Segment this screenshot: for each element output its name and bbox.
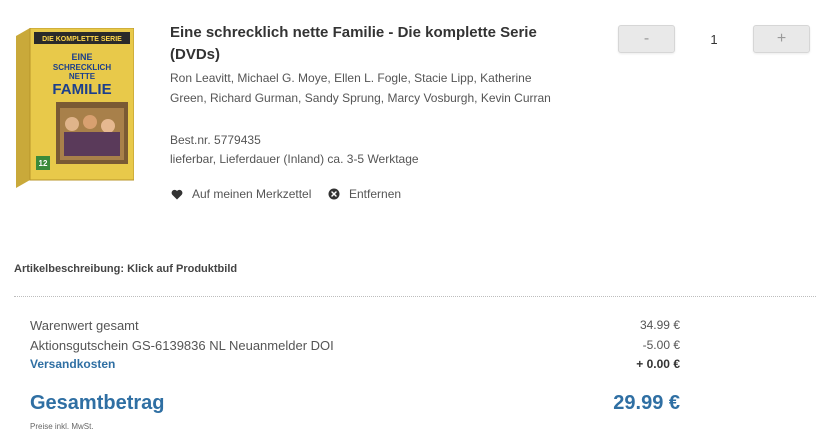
box-title-line1: EINE [71,52,92,62]
product-cast: Ron Leavitt, Michael G. Moye, Ellen L. F… [170,71,551,105]
wishlist-label: Auf meinen Merkzettel [192,187,312,201]
quantity-stepper: - + [618,24,810,54]
goods-total-label: Warenwert gesamt [30,318,139,333]
shipping-costs-link[interactable]: Versandkosten [30,357,115,371]
age-rating-badge: 12 [39,159,48,168]
quantity-input[interactable] [677,30,751,48]
remove-item-link[interactable]: Entfernen [327,187,401,201]
box-title-line2: SCHRECKLICH [53,63,111,72]
close-circle-icon [327,187,341,201]
voucher-value: -5.00 € [642,338,680,352]
description-hint: Artikelbeschreibung: Klick auf Produktbi… [14,263,238,275]
add-to-wishlist-link[interactable]: Auf meinen Merkzettel [170,187,311,201]
heart-icon [170,187,184,201]
availability-text: lieferbar, Lieferdauer (Inland) ca. 3-5 … [170,152,419,166]
box-title-line4: FAMILIE [52,81,111,98]
shipping-costs-value: + 0.00 € [636,357,680,371]
box-banner-text: DIE KOMPLETTE SERIE [42,36,122,43]
divider [14,296,816,297]
order-number: Best.nr. 5779435 [170,133,261,147]
grand-total-label: Gesamtbetrag [30,392,165,414]
grand-total-value: 29.99 € [613,392,680,414]
voucher-label: Aktionsgutschein GS-6139836 NL Neuanmeld… [30,338,334,353]
vat-note: Preise inkl. MwSt. [30,422,94,431]
decrement-button[interactable]: - [618,25,675,53]
increment-button[interactable]: + [753,25,810,53]
box-title-line3: NETTE [69,72,96,81]
product-image[interactable]: DIE KOMPLETTE SERIE EINE SCHRECKLICH NET… [16,27,135,188]
product-title[interactable]: Eine schrecklich nette Familie - Die kom… [170,22,570,66]
remove-label: Entfernen [349,187,402,201]
goods-total-value: 34.99 € [639,318,680,332]
dvd-box-art: DIE KOMPLETTE SERIE EINE SCHRECKLICH NET… [16,27,135,188]
